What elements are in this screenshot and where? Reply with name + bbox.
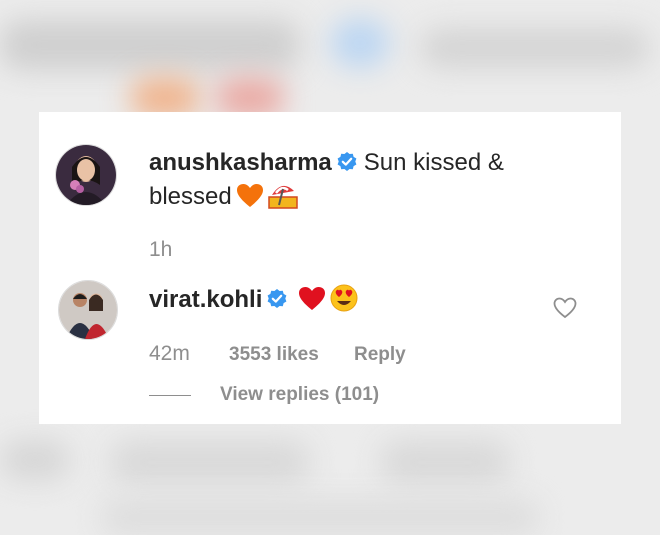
beach-umbrella-icon (267, 181, 298, 217)
post-comment-line1: anushkasharma Sun kissed & (149, 148, 504, 181)
profile-photo-icon (59, 281, 117, 339)
post-username[interactable]: anushkasharma (149, 149, 332, 176)
replies-divider (149, 395, 191, 396)
anushkasharma-avatar[interactable] (55, 144, 117, 206)
profile-photo-icon (56, 145, 116, 205)
reply-button[interactable]: Reply (354, 344, 406, 366)
reply-likes[interactable]: 3553 likes (229, 344, 319, 366)
reply-time: 42m (149, 342, 190, 365)
heart-eyes-emoji-icon (330, 284, 358, 320)
post-time: 1h (149, 238, 173, 261)
view-replies-button[interactable]: View replies (101) (220, 384, 379, 406)
post-comment-line2: blessed (149, 181, 298, 217)
verified-badge-icon (336, 151, 358, 181)
verified-badge-icon (266, 288, 288, 318)
reply-comment-line: virat.kohli (149, 284, 358, 320)
red-heart-icon (298, 286, 326, 320)
like-heart-icon[interactable] (553, 297, 577, 324)
post-comment-text-cont: blessed (149, 183, 232, 210)
post-comment-text: Sun kissed & (363, 149, 504, 176)
virat-kohli-avatar[interactable] (58, 280, 118, 340)
reply-username[interactable]: virat.kohli (149, 286, 262, 313)
orange-heart-icon (236, 183, 264, 217)
